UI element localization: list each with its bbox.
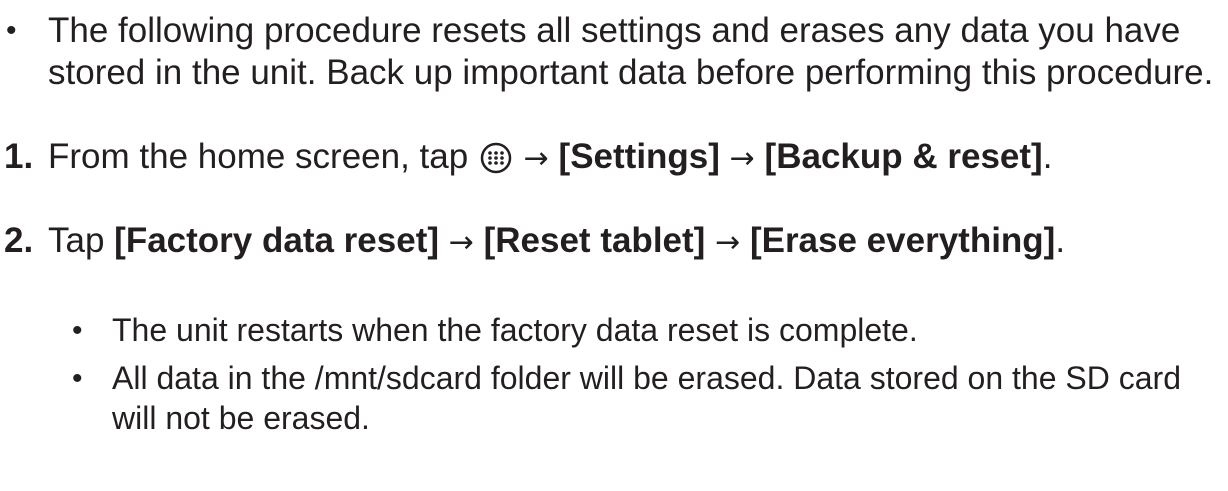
step-number: 2. — [4, 221, 34, 260]
note-text: All data in the /mnt/sdcard folder will … — [112, 360, 1181, 436]
factory-data-reset-label: [Factory data reset] — [114, 221, 439, 260]
step-2-tap: Tap — [48, 221, 105, 260]
apps-icon — [480, 142, 512, 174]
bullet-marker: • — [72, 362, 83, 395]
note-text: The unit restarts when the factory data … — [112, 312, 918, 348]
arrow-icon: → — [523, 141, 549, 176]
step-1-text: From the home screen, tap → [Settings] →… — [48, 136, 1223, 180]
backup-reset-label: [Backup & reset] — [764, 137, 1043, 176]
step-2-text: Tap [Factory data reset] → [Reset tablet… — [48, 220, 1223, 264]
erase-everything-label: [Erase everything] — [749, 221, 1056, 260]
bullet-marker: • — [72, 314, 83, 347]
bullet-marker: • — [6, 14, 17, 47]
intro-note-text: The following procedure resets all setti… — [48, 11, 1214, 92]
arrow-icon: → — [729, 141, 755, 176]
arrow-icon: → — [448, 225, 474, 260]
period: . — [1055, 221, 1066, 260]
step-number: 1. — [4, 137, 34, 176]
reset-tablet-label: [Reset tablet] — [483, 221, 706, 260]
arrow-icon: → — [715, 225, 741, 260]
period: . — [1042, 137, 1053, 176]
settings-label: [Settings] — [558, 137, 720, 176]
step-1-prefix: From the home screen, tap — [48, 137, 469, 176]
